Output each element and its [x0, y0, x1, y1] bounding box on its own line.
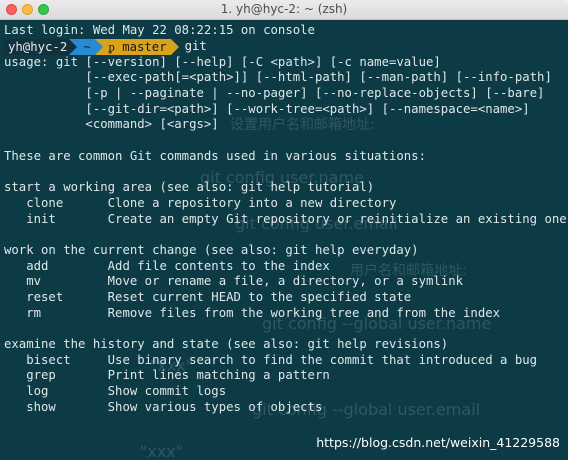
prompt-user: yh@hyc-2 — [4, 38, 70, 55]
prompt-directory: ~ — [77, 38, 95, 55]
terminal-line: reset Reset current HEAD to the specifie… — [4, 290, 412, 304]
terminal-line: add Add file contents to the index — [4, 258, 330, 273]
terminal-area[interactable]: 设置用户名和邮箱地址: git config user.name git con… — [0, 20, 568, 460]
prompt-separator-icon — [94, 38, 103, 55]
terminal-line: These are common Git commands used in va… — [4, 148, 426, 163]
terminal-line: show Show various types of objects — [4, 399, 323, 414]
terminal-line: init Create an empty Git repository or r… — [4, 211, 567, 226]
terminal-line: Last login: Wed May 22 08:22:15 on conso… — [4, 23, 315, 37]
terminal-line: [--git-dir=<path>] [--work-tree=<path>] … — [4, 101, 530, 116]
shell-prompt: yh@hyc-2 ~ ᵱ master git — [4, 38, 568, 55]
terminal-line: <command> [<args>] — [4, 117, 219, 132]
terminal-line: mv Move or rename a file, a directory, o… — [4, 274, 464, 289]
terminal-line: rm Remove files from the working tree an… — [4, 305, 501, 320]
terminal-line: examine the history and state (see also:… — [4, 337, 449, 352]
terminal-line: work on the current change (see also: gi… — [4, 242, 419, 257]
watermark-text: https://blog.csdn.net/weixin_41229588 — [316, 435, 560, 451]
window-title: 1. yh@hyc-2: ~ (zsh) — [220, 2, 348, 16]
prompt-separator-icon — [170, 38, 179, 55]
terminal-line: log Show commit logs — [4, 384, 227, 399]
terminal-window: 1. yh@hyc-2: ~ (zsh) 设置用户名和邮箱地址: git con… — [0, 0, 568, 460]
terminal-output: Last login: Wed May 22 08:22:15 on conso… — [4, 23, 568, 416]
terminal-line: [--exec-path[=<path>]] [--html-path] [--… — [4, 70, 552, 85]
prompt-command: git — [184, 38, 207, 53]
terminal-line: grep Print lines matching a pattern — [4, 368, 330, 383]
terminal-line: start a working area (see also: git help… — [4, 180, 375, 195]
terminal-line: clone Clone a repository into a new dire… — [4, 195, 397, 210]
terminal-line: usage: git [--version] [--help] [-C <pat… — [4, 54, 441, 69]
prompt-git-branch: ᵱ master — [102, 38, 171, 55]
background-text: "xxx" — [140, 442, 184, 460]
terminal-line: [-p | --paginate | --no-pager] [--no-rep… — [4, 86, 545, 101]
terminal-line: bisect Use binary search to find the com… — [4, 352, 538, 367]
title-bar: 1. yh@hyc-2: ~ (zsh) — [0, 0, 568, 20]
prompt-separator-icon — [69, 38, 78, 55]
